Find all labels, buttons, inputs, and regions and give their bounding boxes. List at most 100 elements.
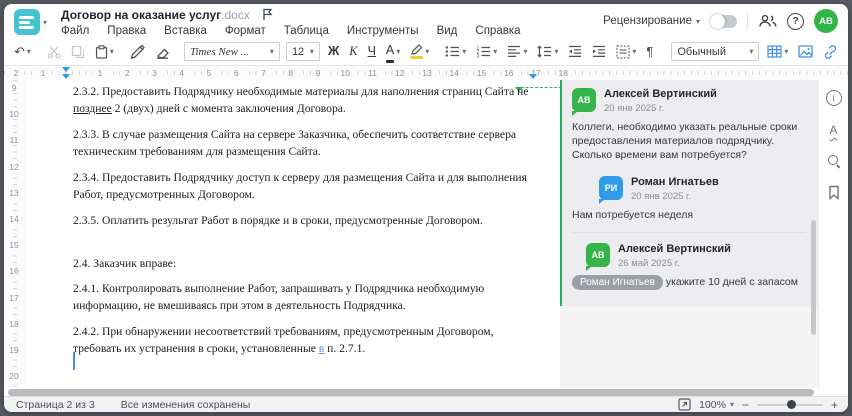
first-line-indent-marker[interactable] bbox=[62, 67, 70, 72]
menu-edit[interactable]: Правка bbox=[107, 25, 146, 37]
horizontal-ruler[interactable]: 2 1 1 2 3 4 5 6 7 8 9 10 11 12 13 14 15 16 17 18 bbox=[4, 66, 848, 81]
bookmarks-button[interactable] bbox=[828, 185, 840, 200]
show-marks-button[interactable]: ¶ bbox=[644, 41, 655, 63]
zoom-slider[interactable] bbox=[756, 400, 823, 409]
link-icon bbox=[825, 44, 837, 59]
v-ruler-number: 15 bbox=[4, 240, 24, 251]
mention-pill: Роман Игнатьев bbox=[572, 275, 663, 290]
font-color-button[interactable]: А ▾ bbox=[384, 41, 402, 63]
font-family-value: Times New ... bbox=[189, 45, 249, 58]
favorite-flag-icon[interactable] bbox=[262, 8, 273, 21]
numbered-list-button[interactable]: 123 ▾ bbox=[474, 41, 499, 63]
comment-thread[interactable]: АВ Алексей Вертинский 20 янв 2025 г. Кол… bbox=[560, 80, 818, 306]
info-icon: i bbox=[825, 90, 842, 106]
chevron-down-icon: ▾ bbox=[523, 47, 528, 56]
scrollbar-thumb[interactable] bbox=[8, 389, 814, 396]
menu-insert[interactable]: Вставка bbox=[164, 25, 207, 37]
highlighter-icon bbox=[411, 44, 423, 55]
fit-page-button[interactable] bbox=[678, 398, 691, 411]
style-value: Обычный bbox=[677, 45, 726, 58]
comments-scrollbar[interactable] bbox=[811, 220, 816, 335]
search-icon bbox=[827, 154, 841, 168]
chevron-down-icon: ▾ bbox=[784, 47, 789, 56]
search-button[interactable] bbox=[827, 154, 841, 168]
zoom-slider-knob[interactable] bbox=[786, 400, 796, 409]
line-spacing-button[interactable]: ▾ bbox=[535, 41, 560, 63]
h-ruler-number: 6 bbox=[229, 68, 244, 78]
comment-item[interactable]: АВ Алексей Вертинский 20 янв 2025 г. Кол… bbox=[572, 88, 806, 162]
vertical-ruler[interactable]: 9 10 11 12 13 14 15 16 17 18 19 20 bbox=[4, 80, 26, 388]
zoom-select[interactable]: 100% ▾ bbox=[699, 399, 734, 411]
chevron-down-icon: ▾ bbox=[695, 16, 700, 26]
paragraph-2-4-2: 2.4.2. При обнаружении несоответствий тр… bbox=[73, 325, 494, 355]
review-mode-dropdown[interactable]: Рецензирование ▾ bbox=[603, 15, 700, 27]
highlight-button[interactable]: ▾ bbox=[408, 41, 431, 63]
spellcheck-button[interactable]: А bbox=[829, 123, 837, 137]
paragraph-2-4: 2.4. Заказчик вправе: bbox=[73, 256, 177, 270]
undo-button[interactable]: ↶ ▾ bbox=[12, 41, 33, 63]
scissors-icon bbox=[47, 45, 61, 58]
cut-button[interactable] bbox=[45, 41, 63, 63]
v-ruler-number: 14 bbox=[4, 214, 24, 224]
paragraph-settings-button[interactable]: ▾ bbox=[614, 41, 638, 63]
bold-button[interactable]: Ж bbox=[326, 41, 341, 63]
collaboration-icon[interactable] bbox=[758, 14, 777, 28]
paragraph-style-select[interactable]: Обычный ▾ bbox=[671, 42, 760, 61]
chevron-down-icon: ▾ bbox=[632, 47, 637, 56]
app-menu-button[interactable]: ▾ bbox=[14, 9, 47, 35]
comment-reply[interactable]: АВ Алексей Вертинский 26 май 2025 г. Ром… bbox=[572, 243, 806, 290]
h-ruler-number: 10 bbox=[338, 68, 353, 78]
italic-button[interactable]: К bbox=[347, 41, 359, 63]
chevron-down-icon: ▾ bbox=[396, 47, 401, 56]
zoom-in-button[interactable]: + bbox=[831, 399, 838, 411]
menu-table[interactable]: Таблица bbox=[284, 25, 329, 37]
title-block: Договор на оказание услуг .docx Файл Пра… bbox=[61, 4, 521, 38]
font-family-select[interactable]: Times New ... ▾ bbox=[183, 42, 280, 61]
document-title: Договор на оказание услуг bbox=[61, 7, 222, 22]
h-ruler-number: 15 bbox=[474, 68, 489, 78]
user-avatar[interactable]: АВ bbox=[814, 9, 838, 33]
help-icon[interactable]: ? bbox=[787, 12, 804, 30]
titlebar-right: Рецензирование ▾ ? АВ bbox=[603, 4, 838, 38]
decrease-indent-button[interactable] bbox=[566, 41, 584, 63]
h-ruler-number: 3 bbox=[147, 68, 162, 78]
menu-format[interactable]: Формат bbox=[225, 25, 266, 37]
insert-link-button[interactable] bbox=[821, 41, 840, 63]
insert-comment-button[interactable] bbox=[846, 41, 848, 63]
chevron-down-icon: ▾ bbox=[749, 47, 754, 56]
menu-help[interactable]: Справка bbox=[475, 25, 520, 37]
font-color-label: А bbox=[385, 42, 395, 57]
menu-view[interactable]: Вид bbox=[437, 25, 458, 37]
underline-button[interactable]: Ч bbox=[366, 41, 378, 63]
outdent-icon bbox=[569, 45, 582, 57]
chevron-down-icon: ▾ bbox=[493, 47, 498, 56]
undo-icon: ↶ bbox=[14, 44, 25, 59]
h-ruler-number: 2 bbox=[9, 68, 23, 78]
comment-reply[interactable]: РИ Роман Игнатьев 20 янв 2025 г. Нам пот… bbox=[572, 176, 806, 222]
document-info-button[interactable]: i bbox=[825, 90, 842, 106]
increase-indent-button[interactable] bbox=[590, 41, 608, 63]
toolbar: ↶ ▾ ▾ Times New ... ▾ 12 ▾ Ж К Ч А ▾ ▾ ▾… bbox=[4, 38, 848, 66]
comment-text: Нам потребуется неделя bbox=[572, 209, 694, 221]
format-painter-button[interactable] bbox=[128, 41, 147, 63]
menu-file[interactable]: Файл bbox=[61, 25, 89, 37]
font-size-select[interactable]: 12 ▾ bbox=[285, 42, 320, 61]
align-button[interactable]: ▾ bbox=[505, 41, 529, 63]
copy-button[interactable] bbox=[69, 41, 87, 63]
v-ruler-number: 16 bbox=[4, 266, 24, 277]
insert-table-button[interactable]: ▾ bbox=[765, 41, 790, 63]
font-size-value: 12 bbox=[291, 45, 305, 58]
insert-image-button[interactable] bbox=[796, 41, 815, 63]
left-indent-marker[interactable] bbox=[62, 74, 70, 79]
review-toggle[interactable] bbox=[710, 13, 737, 29]
indent-icon bbox=[593, 45, 606, 57]
menu-tools[interactable]: Инструменты bbox=[347, 25, 419, 37]
document-page[interactable]: 2.3.2. Предоставить Подрядчику необходим… bbox=[26, 80, 560, 388]
right-indent-marker[interactable] bbox=[529, 74, 537, 79]
bullet-list-button[interactable]: ▾ bbox=[443, 41, 468, 63]
paste-button[interactable]: ▾ bbox=[93, 41, 116, 63]
zoom-out-button[interactable]: − bbox=[742, 399, 749, 411]
divider bbox=[747, 13, 748, 29]
v-ruler-number: 18 bbox=[4, 318, 24, 329]
clear-format-button[interactable] bbox=[153, 41, 172, 63]
